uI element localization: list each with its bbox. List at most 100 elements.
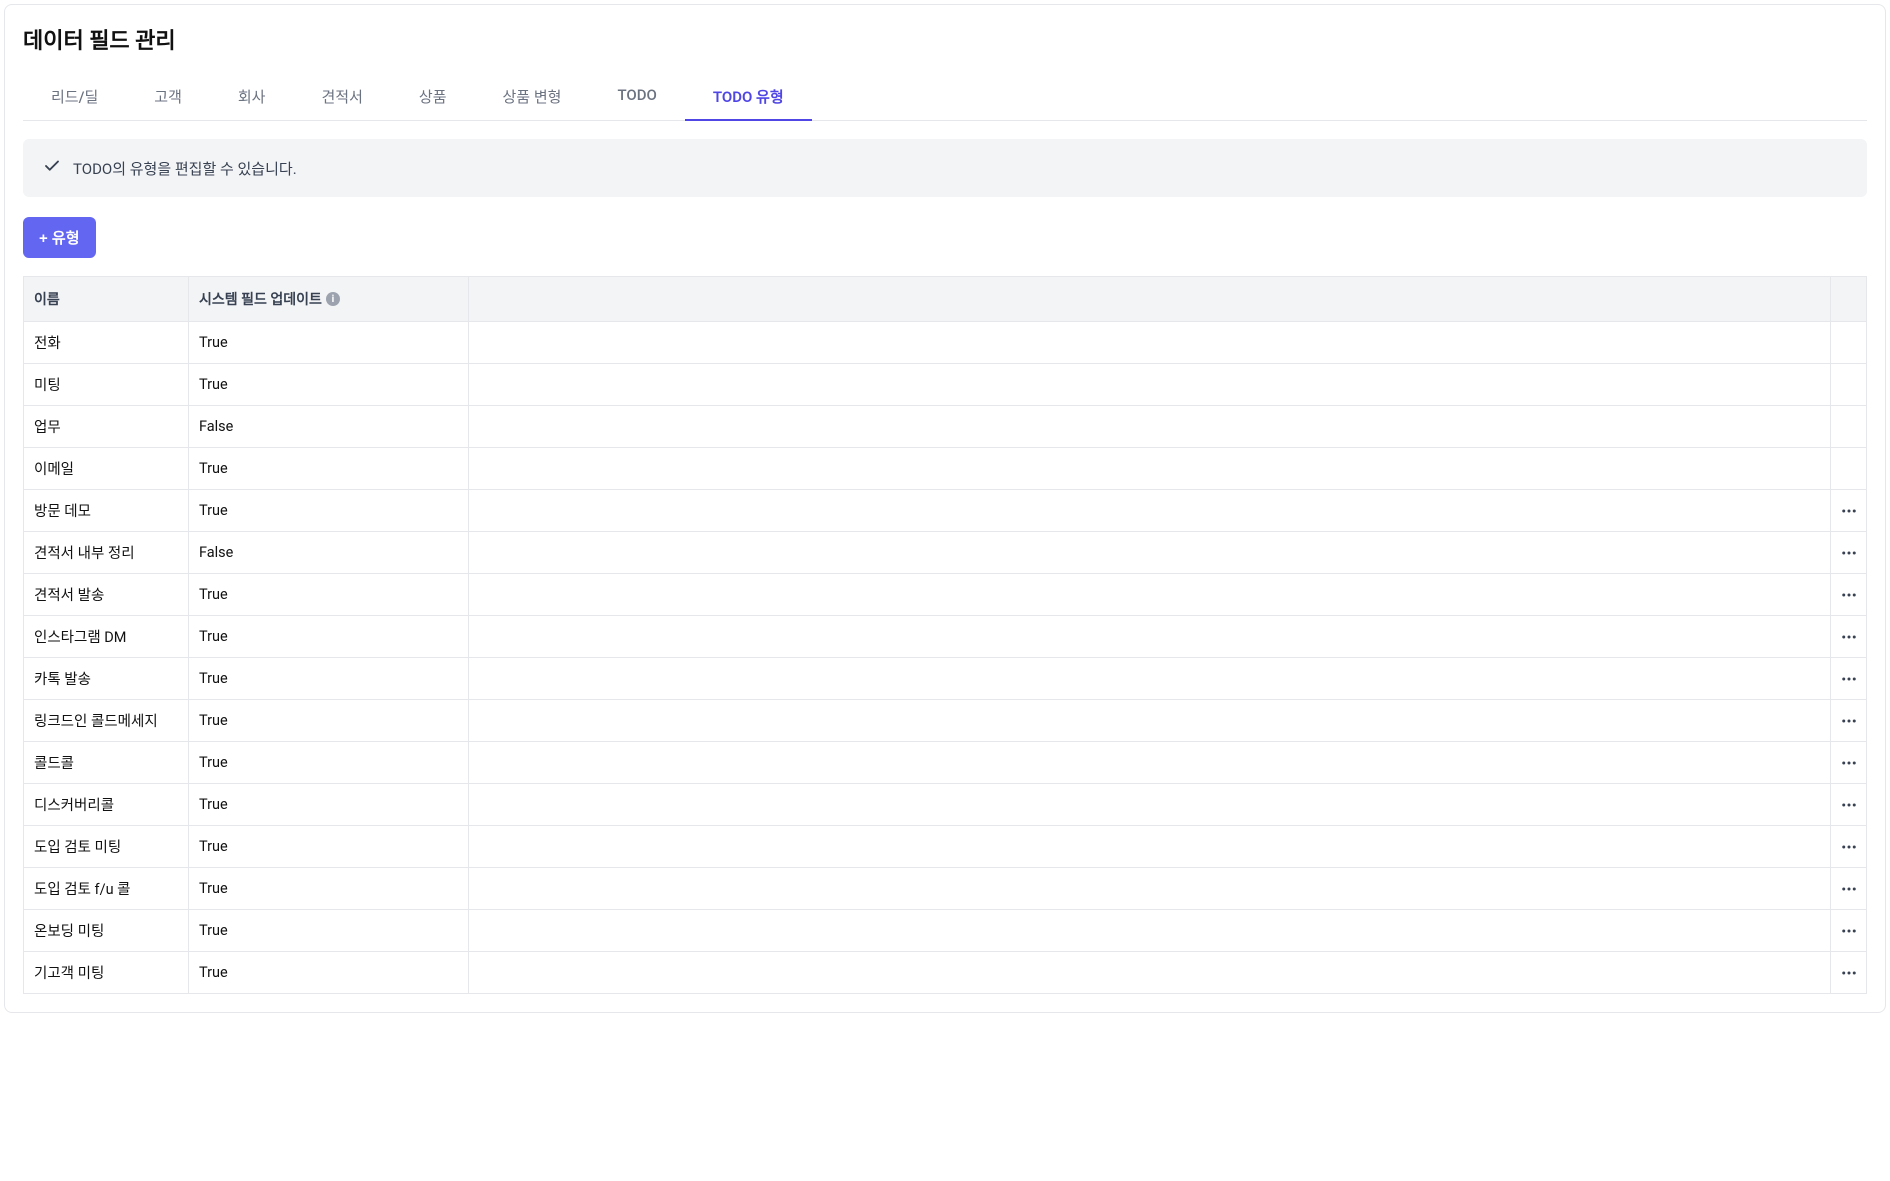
cell-name: 미팅: [24, 364, 189, 406]
table-row: 방문 데모True: [24, 490, 1867, 532]
cell-name: 견적서 내부 정리: [24, 532, 189, 574]
table-header-systemfield: 시스템 필드 업데이트 i: [189, 277, 469, 322]
tab-6[interactable]: TODO: [589, 74, 684, 121]
more-icon[interactable]: [1835, 497, 1863, 525]
more-icon[interactable]: [1835, 959, 1863, 987]
cell-empty: [469, 784, 1831, 826]
cell-actions: [1831, 322, 1867, 364]
cell-actions: [1831, 532, 1867, 574]
tab-5[interactable]: 상품 변형: [475, 74, 590, 121]
cell-systemfield: True: [189, 448, 469, 490]
cell-name: 전화: [24, 322, 189, 364]
cell-name: 카톡 발송: [24, 658, 189, 700]
cell-name: 이메일: [24, 448, 189, 490]
more-icon[interactable]: [1835, 749, 1863, 777]
cell-empty: [469, 658, 1831, 700]
cell-name: 링크드인 콜드메세지: [24, 700, 189, 742]
cell-empty: [469, 742, 1831, 784]
more-icon[interactable]: [1835, 623, 1863, 651]
todo-type-table: 이름 시스템 필드 업데이트 i 전화True미팅True업무False이메일T…: [23, 276, 1867, 994]
cell-name: 콜드콜: [24, 742, 189, 784]
tab-0[interactable]: 리드/딜: [23, 74, 126, 121]
info-banner: TODO의 유형을 편집할 수 있습니다.: [23, 139, 1867, 197]
more-icon[interactable]: [1835, 707, 1863, 735]
cell-systemfield: True: [189, 490, 469, 532]
cell-actions: [1831, 952, 1867, 994]
tab-3[interactable]: 견적서: [293, 74, 390, 121]
cell-empty: [469, 532, 1831, 574]
cell-actions: [1831, 784, 1867, 826]
add-type-button[interactable]: + 유형: [23, 217, 96, 258]
cell-actions: [1831, 700, 1867, 742]
more-icon[interactable]: [1835, 539, 1863, 567]
table-row: 온보딩 미팅True: [24, 910, 1867, 952]
cell-actions: [1831, 826, 1867, 868]
table-row: 카톡 발송True: [24, 658, 1867, 700]
more-icon[interactable]: [1835, 875, 1863, 903]
cell-systemfield: True: [189, 658, 469, 700]
cell-systemfield: True: [189, 910, 469, 952]
cell-name: 업무: [24, 406, 189, 448]
cell-name: 방문 데모: [24, 490, 189, 532]
page-title: 데이터 필드 관리: [23, 23, 1867, 55]
cell-systemfield: True: [189, 826, 469, 868]
cell-actions: [1831, 448, 1867, 490]
check-icon: [43, 157, 61, 179]
table-row: 인스타그램 DMTrue: [24, 616, 1867, 658]
cell-actions: [1831, 406, 1867, 448]
more-icon[interactable]: [1835, 665, 1863, 693]
cell-systemfield: True: [189, 700, 469, 742]
table-row: 도입 검토 f/u 콜True: [24, 868, 1867, 910]
cell-systemfield: True: [189, 574, 469, 616]
table-row: 링크드인 콜드메세지True: [24, 700, 1867, 742]
tab-2[interactable]: 회사: [210, 74, 294, 121]
cell-name: 온보딩 미팅: [24, 910, 189, 952]
cell-name: 인스타그램 DM: [24, 616, 189, 658]
cell-actions: [1831, 658, 1867, 700]
cell-systemfield: True: [189, 364, 469, 406]
cell-systemfield: True: [189, 952, 469, 994]
cell-actions: [1831, 868, 1867, 910]
info-icon[interactable]: i: [326, 292, 340, 306]
table-header-empty: [469, 277, 1831, 322]
cell-empty: [469, 322, 1831, 364]
table-row: 도입 검토 미팅True: [24, 826, 1867, 868]
table-header-systemfield-label: 시스템 필드 업데이트: [199, 289, 322, 309]
tab-7[interactable]: TODO 유형: [685, 74, 812, 121]
cell-empty: [469, 574, 1831, 616]
more-icon[interactable]: [1835, 791, 1863, 819]
cell-actions: [1831, 616, 1867, 658]
cell-empty: [469, 490, 1831, 532]
cell-empty: [469, 910, 1831, 952]
cell-systemfield: True: [189, 616, 469, 658]
cell-empty: [469, 448, 1831, 490]
cell-actions: [1831, 490, 1867, 532]
table-row: 미팅True: [24, 364, 1867, 406]
cell-name: 디스커버리콜: [24, 784, 189, 826]
tab-4[interactable]: 상품: [391, 74, 475, 121]
cell-systemfield: True: [189, 742, 469, 784]
page-container: 데이터 필드 관리 리드/딜고객회사견적서상품상품 변형TODOTODO 유형 …: [4, 4, 1886, 1013]
more-icon[interactable]: [1835, 833, 1863, 861]
cell-empty: [469, 700, 1831, 742]
cell-name: 도입 검토 f/u 콜: [24, 868, 189, 910]
cell-name: 견적서 발송: [24, 574, 189, 616]
table-row: 디스커버리콜True: [24, 784, 1867, 826]
more-icon[interactable]: [1835, 917, 1863, 945]
cell-systemfield: True: [189, 868, 469, 910]
table-row: 전화True: [24, 322, 1867, 364]
cell-actions: [1831, 574, 1867, 616]
table-row: 이메일True: [24, 448, 1867, 490]
cell-actions: [1831, 910, 1867, 952]
table-row: 견적서 발송True: [24, 574, 1867, 616]
table-header-name: 이름: [24, 277, 189, 322]
cell-empty: [469, 826, 1831, 868]
cell-name: 기고객 미팅: [24, 952, 189, 994]
cell-name: 도입 검토 미팅: [24, 826, 189, 868]
cell-empty: [469, 616, 1831, 658]
cell-actions: [1831, 364, 1867, 406]
more-icon[interactable]: [1835, 581, 1863, 609]
cell-systemfield: True: [189, 784, 469, 826]
tab-1[interactable]: 고객: [126, 74, 210, 121]
table-header-actions: [1831, 277, 1867, 322]
